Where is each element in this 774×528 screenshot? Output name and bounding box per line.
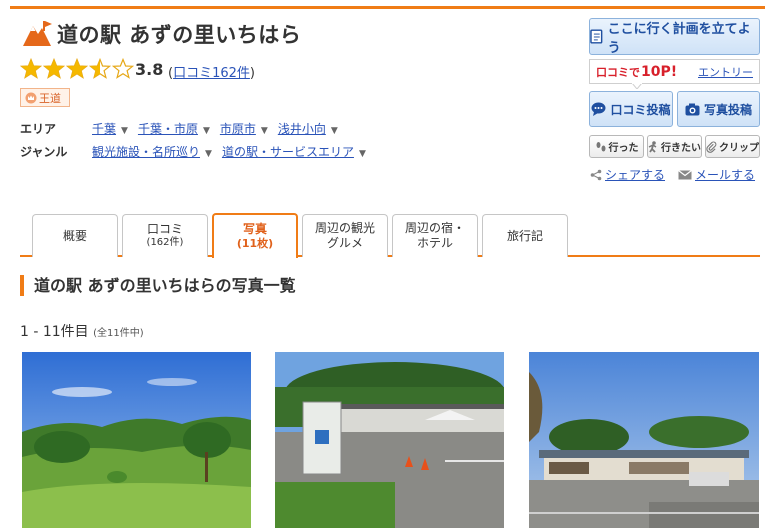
page-title: 道の駅 あずの里いちはら bbox=[57, 23, 302, 47]
tab-photos[interactable]: 写真 (11枚) bbox=[212, 213, 298, 258]
chevron-down-icon[interactable]: ▼ bbox=[331, 126, 338, 136]
star-icon bbox=[112, 58, 134, 79]
classic-badge: 王道 bbox=[20, 88, 70, 107]
plan-trip-button[interactable]: ここに行く計画を立てよう bbox=[589, 18, 760, 56]
post-photo-label: 写真投稿 bbox=[703, 102, 752, 117]
went-button[interactable]: 行った bbox=[589, 135, 644, 158]
area-link-chiba-ichihara[interactable]: 千葉・市原 bbox=[138, 122, 198, 136]
chevron-down-icon[interactable]: ▼ bbox=[205, 149, 212, 159]
tab-overview-label: 概要 bbox=[62, 228, 87, 243]
photo-list-heading: 道の駅 あずの里いちはらの写真一覧 bbox=[20, 275, 296, 296]
chevron-down-icon[interactable]: ▼ bbox=[359, 149, 366, 159]
envelope-icon bbox=[678, 169, 692, 179]
star-icon bbox=[89, 58, 111, 79]
want-to-go-button[interactable]: 行きたい bbox=[647, 135, 702, 158]
notepad-icon bbox=[590, 29, 603, 44]
crown-icon bbox=[25, 92, 37, 103]
result-range: 1 - 11件目 bbox=[20, 324, 89, 340]
speech-bubble-icon bbox=[591, 102, 606, 116]
tab-nearby-sightseeing-sub: グルメ bbox=[326, 236, 363, 250]
went-label: 行った bbox=[608, 143, 639, 154]
tab-nearby-hotels-label: 周辺の宿・ bbox=[404, 221, 465, 235]
mail-link[interactable]: メールする bbox=[695, 166, 755, 183]
park-photo-image bbox=[22, 352, 251, 528]
result-count: 1 - 11件目 (全11件中) bbox=[20, 321, 144, 341]
plan-trip-label: ここに行く計画を立てよう bbox=[607, 21, 751, 56]
rating-stars bbox=[20, 58, 134, 82]
result-total: (全11件中) bbox=[93, 328, 144, 339]
tab-photos-count: (11枚) bbox=[236, 237, 274, 251]
photo-thumbnail[interactable] bbox=[22, 352, 251, 528]
area-link-asaikomukai[interactable]: 浅井小向 bbox=[278, 122, 326, 136]
area-link-chiba[interactable]: 千葉 bbox=[92, 122, 116, 136]
chevron-down-icon[interactable]: ▼ bbox=[261, 126, 268, 136]
clip-label: クリップ bbox=[719, 143, 759, 154]
station-building-photo-image bbox=[529, 352, 759, 528]
walking-person-icon bbox=[648, 140, 657, 153]
post-review-button[interactable]: 口コミ投稿 bbox=[589, 91, 673, 127]
tab-travelogue-label: 旅行記 bbox=[506, 228, 543, 243]
rating-score: 3.8 bbox=[135, 60, 164, 79]
genre-link-roadside-station[interactable]: 道の駅・サービスエリア bbox=[222, 145, 354, 159]
footprints-icon bbox=[596, 141, 605, 151]
want-to-go-label: 行きたい bbox=[661, 143, 701, 154]
camera-icon bbox=[685, 103, 700, 115]
tab-overview[interactable]: 概要 bbox=[32, 214, 118, 257]
genre-row: ジャンル 観光施設・名所巡り ▼ 道の駅・サービスエリア ▼ bbox=[20, 143, 376, 160]
top-accent-bar bbox=[10, 6, 765, 9]
share-link[interactable]: シェアする bbox=[605, 166, 665, 183]
star-icon bbox=[43, 58, 65, 79]
clip-button[interactable]: クリップ bbox=[705, 135, 760, 158]
chevron-down-icon[interactable]: ▼ bbox=[121, 126, 128, 136]
tab-photos-label: 写真 bbox=[242, 222, 267, 237]
tab-reviews[interactable]: 口コミ (162件) bbox=[122, 214, 208, 257]
mountain-sightseeing-icon bbox=[23, 21, 52, 46]
star-icon bbox=[20, 58, 42, 79]
station-entrance-photo-image bbox=[275, 352, 504, 528]
tab-nearby-sightseeing[interactable]: 周辺の観光 グルメ bbox=[302, 214, 388, 257]
photo-thumbnail[interactable] bbox=[529, 352, 759, 528]
area-label: エリア bbox=[20, 122, 57, 136]
points-value: 10P! bbox=[641, 63, 678, 80]
review-count-link[interactable]: 口コミ162件 bbox=[173, 66, 250, 81]
share-link-row[interactable]: シェアする bbox=[590, 166, 665, 183]
genre-label: ジャンル bbox=[20, 145, 68, 159]
post-review-label: 口コミ投稿 bbox=[610, 102, 671, 117]
area-row: エリア 千葉 ▼ 千葉・市原 ▼ 市原市 ▼ 浅井小向 ▼ bbox=[20, 120, 348, 137]
photo-thumbnail[interactable] bbox=[275, 352, 504, 528]
tab-reviews-count: (162件) bbox=[146, 237, 184, 249]
points-callout-tail bbox=[632, 83, 642, 89]
mail-link-row[interactable]: メールする bbox=[678, 166, 755, 183]
post-photo-button[interactable]: 写真投稿 bbox=[677, 91, 760, 127]
star-icon bbox=[66, 58, 88, 79]
chevron-down-icon[interactable]: ▼ bbox=[203, 126, 210, 136]
tab-travelogue[interactable]: 旅行記 bbox=[482, 214, 568, 257]
badge-label: 王道 bbox=[39, 91, 61, 105]
entry-link[interactable]: エントリー bbox=[698, 64, 753, 80]
tab-nearby-hotels[interactable]: 周辺の宿・ ホテル bbox=[392, 214, 478, 257]
points-campaign: 口コミで 10P! エントリー bbox=[589, 59, 760, 84]
genre-link-sightseeing[interactable]: 観光施設・名所巡り bbox=[92, 145, 200, 159]
points-label: 口コミで bbox=[596, 65, 640, 79]
tab-nearby-hotels-sub: ホテル bbox=[416, 236, 453, 250]
tab-nearby-sightseeing-label: 周辺の観光 bbox=[314, 221, 375, 235]
area-link-ichihara-city[interactable]: 市原市 bbox=[220, 122, 256, 136]
paperclip-icon bbox=[706, 141, 717, 153]
review-count: (口コミ162件) bbox=[168, 66, 255, 81]
tab-reviews-label: 口コミ bbox=[146, 222, 183, 237]
share-icon bbox=[590, 169, 602, 180]
